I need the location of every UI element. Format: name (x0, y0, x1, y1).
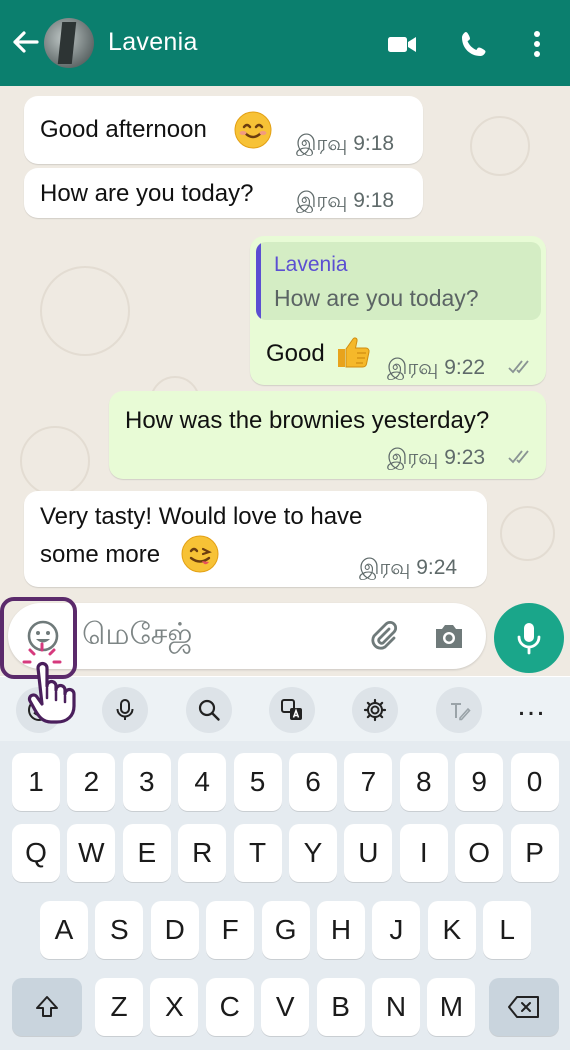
more-vertical-icon[interactable] (521, 28, 553, 60)
key-r[interactable]: R (178, 824, 227, 882)
key-h[interactable]: H (317, 901, 365, 959)
key-b[interactable]: B (316, 978, 365, 1036)
key-g[interactable]: G (261, 901, 310, 959)
settings-icon (363, 698, 387, 722)
shift-key[interactable] (12, 978, 82, 1036)
message-time: இரவு 9:23 (387, 446, 486, 469)
tap-hand-icon (22, 642, 76, 724)
key-0[interactable]: 0 (510, 753, 559, 811)
key-f[interactable]: F (206, 901, 255, 959)
keyboard-settings-button[interactable] (352, 687, 398, 733)
voice-message-button[interactable] (494, 603, 564, 673)
message-text: Good (266, 340, 325, 367)
key-u[interactable]: U (344, 824, 393, 882)
key-x[interactable]: X (150, 978, 199, 1036)
key-p[interactable]: P (510, 824, 559, 882)
quote-text: How are you today? (274, 285, 479, 311)
phone-icon[interactable] (458, 28, 490, 60)
yum-face-icon (181, 535, 219, 573)
key-a[interactable]: A (40, 901, 88, 959)
translate-icon (281, 699, 302, 720)
message-time: இரவு 9:24 (359, 556, 458, 579)
key-m[interactable]: M (427, 978, 476, 1036)
video-call-icon[interactable] (386, 28, 418, 60)
message-bubble-outgoing[interactable]: How was the brownies yesterday? இரவு 9:2… (109, 391, 546, 479)
message-bubble-incoming[interactable]: Good afternoon இரவு 9:18 (24, 96, 423, 164)
key-z[interactable]: Z (95, 978, 143, 1036)
key-l[interactable]: L (483, 901, 532, 959)
shift-icon (36, 996, 58, 1017)
chat-area[interactable]: Good afternoon இரவு 9:18 How are you tod… (0, 86, 570, 676)
key-d[interactable]: D (150, 901, 199, 959)
message-text: Very tasty! Would love to have (40, 503, 363, 530)
avatar[interactable] (44, 18, 94, 68)
key-q[interactable]: Q (12, 824, 60, 882)
keyboard-search-button[interactable] (186, 687, 232, 733)
backspace-icon (508, 996, 539, 1018)
handwriting-icon (451, 703, 471, 721)
keyboard: … 1234567890 QWERTYUIOP ASDFGHJKL ZXCVBNM (0, 677, 570, 1050)
keyboard-handwriting-button[interactable] (436, 687, 482, 733)
message-text: Good afternoon (40, 116, 207, 143)
read-ticks-icon (508, 360, 529, 374)
message-bubble-incoming[interactable]: How are you today? இரவு 9:18 (24, 168, 423, 218)
search-icon (198, 699, 220, 721)
key-3[interactable]: 3 (122, 753, 171, 811)
message-bubble-outgoing[interactable]: Lavenia How are you today? Good இரவு 9:2… (250, 236, 546, 385)
key-c[interactable]: C (205, 978, 254, 1036)
key-n[interactable]: N (372, 978, 420, 1036)
camera-icon[interactable] (432, 620, 466, 652)
key-w[interactable]: W (67, 824, 116, 882)
key-2[interactable]: 2 (67, 753, 116, 811)
key-4[interactable]: 4 (178, 753, 227, 811)
message-time: இரவு 9:22 (387, 356, 486, 379)
message-placeholder: மெசேஜ் (82, 617, 193, 652)
quote-author: Lavenia (274, 253, 348, 276)
arrow-left-icon[interactable] (10, 27, 40, 57)
mic-icon (116, 699, 134, 720)
message-text: some more (40, 541, 161, 568)
key-e[interactable]: E (122, 824, 171, 882)
message-text: How was the brownies yesterday? (125, 407, 490, 434)
message-time: இரவு 9:18 (296, 189, 395, 212)
thumbs-up-icon (338, 337, 370, 368)
mic-icon (517, 623, 541, 655)
quoted-message[interactable]: Lavenia How are you today? (256, 242, 541, 320)
message-text: How are you today? (40, 180, 254, 207)
key-t[interactable]: T (233, 824, 282, 882)
key-j[interactable]: J (372, 901, 421, 959)
key-8[interactable]: 8 (399, 753, 448, 811)
key-v[interactable]: V (261, 978, 310, 1036)
key-k[interactable]: K (427, 901, 476, 959)
backspace-key[interactable] (489, 978, 559, 1036)
key-o[interactable]: O (455, 824, 504, 882)
key-7[interactable]: 7 (344, 753, 393, 811)
keyboard-voice-button[interactable] (102, 687, 148, 733)
key-s[interactable]: S (95, 901, 144, 959)
key-i[interactable]: I (399, 824, 448, 882)
chat-header: Lavenia (0, 0, 570, 86)
message-bubble-incoming[interactable]: Very tasty! Would love to have some more… (24, 491, 487, 587)
contact-name[interactable]: Lavenia (108, 28, 198, 57)
key-5[interactable]: 5 (233, 753, 282, 811)
key-1[interactable]: 1 (12, 753, 60, 811)
keyboard-translate-button[interactable] (269, 687, 315, 733)
paperclip-icon[interactable] (368, 620, 400, 652)
key-9[interactable]: 9 (455, 753, 504, 811)
read-ticks-icon (508, 450, 529, 464)
key-6[interactable]: 6 (289, 753, 337, 811)
more-icon[interactable]: … (516, 691, 546, 721)
key-y[interactable]: Y (289, 824, 337, 882)
smiling-face-icon (234, 111, 272, 149)
message-time: இரவு 9:18 (296, 132, 395, 155)
